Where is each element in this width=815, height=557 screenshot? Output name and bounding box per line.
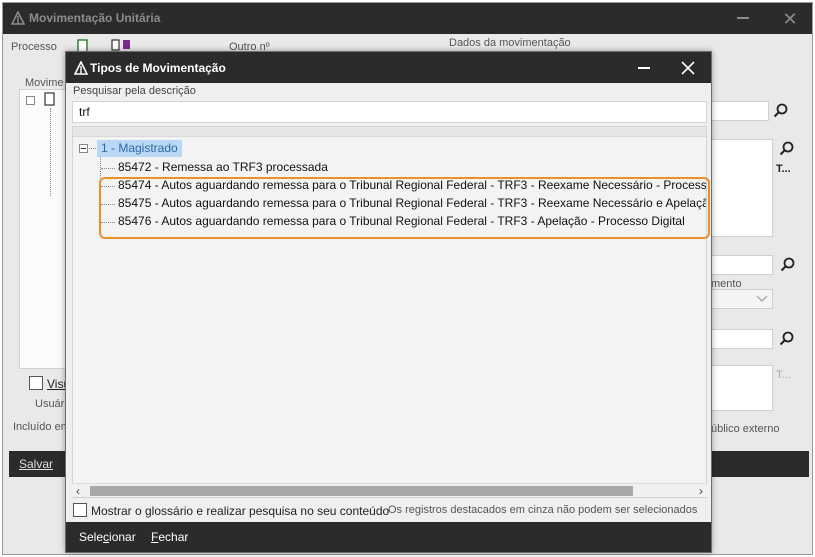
incluido-label: Incluído em [13,421,70,433]
tree-item-85475[interactable]: 85475 - Autos aguardando remessa para o … [118,196,706,212]
tree-item-85476[interactable]: 85476 - Autos aguardando remessa para o … [118,214,685,230]
background-titlebar: Movimentação Unitária ✕ [3,3,812,34]
select-button[interactable]: Selecionar [79,530,136,544]
app-logo-icon [74,61,88,75]
dialog-title: Tipos de Movimentação [90,61,226,75]
search-icon[interactable] [773,103,789,119]
tree-connector [101,186,115,187]
tree-item-85472[interactable]: 85472 - Remessa ao TRF3 processada [118,160,328,176]
visualizar-checkbox[interactable] [29,376,43,390]
close-button[interactable]: Fechar [151,530,188,544]
select-button-label: ionar [109,530,136,544]
background-field[interactable] [703,255,773,275]
tipos-movimentacao-dialog: Tipos de Movimentação Pesquisar pela des… [65,51,712,553]
usuario-label: Usuár [35,398,65,410]
dialog-titlebar: Tipos de Movimentação [66,52,711,83]
close-icon[interactable]: ✕ [781,10,799,28]
select-button-label: Sele [79,530,104,544]
close-button-label: echar [158,530,189,544]
scroll-left-icon[interactable]: ‹ [76,484,80,498]
background-textarea[interactable] [703,365,773,411]
dialog-footer: Selecionar Fechar [66,522,711,552]
background-textarea[interactable] [703,139,773,237]
tree-connector [89,148,96,149]
search-icon[interactable] [779,331,795,347]
movimentacoes-label: Movime [25,77,64,89]
collapse-icon[interactable] [79,144,88,153]
close-icon[interactable] [679,59,697,77]
processo-label: Processo [11,41,57,53]
minimize-icon[interactable] [638,67,650,69]
chevron-down-icon [756,295,768,302]
scroll-right-icon[interactable]: › [699,484,703,498]
dados-label: Dados da movimentação [449,37,571,49]
background-select[interactable] [703,289,773,309]
tree-root-magistrado[interactable]: 1 - Magistrado [97,140,182,157]
search-label: Pesquisar pela descrição [73,85,196,97]
publico-label: úblico externo [711,423,780,435]
document-icon [44,92,55,106]
background-field[interactable] [703,329,773,349]
document-icon[interactable] [111,39,131,51]
search-input[interactable] [72,101,707,123]
minimize-icon[interactable] [737,17,749,19]
horizontal-scrollbar[interactable]: ‹ › [72,483,707,498]
tree-item-85474[interactable]: 85474 - Autos aguardando remessa para o … [118,178,706,194]
app-logo-icon [11,11,25,25]
search-icon[interactable] [780,257,796,273]
tree-connector [101,204,115,205]
tree-connector [100,157,101,222]
glossary-checkbox[interactable] [73,503,87,517]
background-window-title: Movimentação Unitária [29,11,161,25]
background-field[interactable] [703,101,769,121]
search-icon[interactable] [779,141,795,157]
t-label: T... [776,369,791,381]
glossary-label: Mostrar o glossário e realizar pesquisa … [91,504,390,518]
tree-connector [101,222,115,223]
t-label: T... [776,163,791,175]
gray-records-note: Os registros destacados em cinza não pod… [388,504,698,516]
scrollbar-thumb[interactable] [90,486,633,496]
tree-header-strip [73,127,706,137]
save-button[interactable]: Salvar [19,457,53,471]
tree-connector [50,108,51,196]
tipos-tree: 1 - Magistrado 85472 - Remessa ao TRF3 p… [72,126,707,498]
expand-icon[interactable] [26,96,35,105]
tree-connector [101,168,115,169]
